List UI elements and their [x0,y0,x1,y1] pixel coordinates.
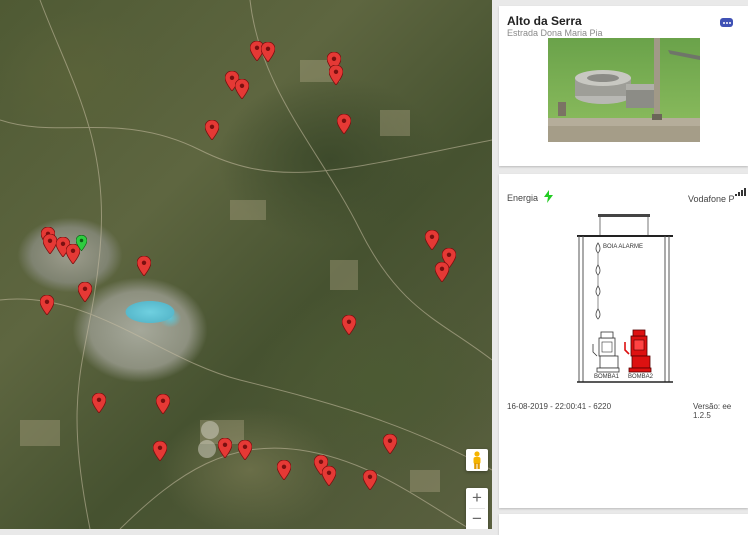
map-marker[interactable] [342,315,356,335]
station-address: Estrada Dona Maria Pia [507,28,603,38]
pump1-label: BOMBA1 [594,374,620,380]
map-marker[interactable] [43,234,57,254]
map-marker[interactable] [425,230,439,250]
map-marker[interactable] [235,79,249,99]
tank-diagram: BOIA ALARME BOMBA1 BOMBA2 [577,213,674,389]
pump2-icon [624,329,652,373]
extra-card [499,514,748,535]
map-marker[interactable] [205,120,219,140]
status-timestamp: 16-08-2019 - 22:00:41 - 6220 [507,402,612,411]
map-marker[interactable] [78,282,92,302]
signal-bars-icon [735,188,746,196]
map-marker[interactable] [153,441,167,461]
zoom-out-button[interactable]: − [466,509,488,529]
map-marker-active[interactable] [76,235,90,255]
pump1-icon [592,331,620,373]
zoom-in-button[interactable]: + [466,488,488,508]
map-marker[interactable] [156,394,170,414]
map-marker[interactable] [435,262,449,282]
zoom-control: + − [466,488,488,529]
carrier-name: Vodafone P [688,194,735,204]
map-marker[interactable] [92,393,106,413]
map-marker[interactable] [40,295,54,315]
station-info-card: Alto da Serra Estrada Dona Maria Pia [499,6,748,166]
station-status-card: Energia Vodafone P BOIA ALARME BOMBA1 BO… [499,174,748,508]
street-view-pegman-icon[interactable] [466,449,488,471]
map-marker[interactable] [383,434,397,454]
map-marker[interactable] [238,440,252,460]
firmware-version: Versão: ee 1.2.5 [693,402,732,420]
station-name: Alto da Serra [507,14,582,28]
station-panel: Alto da Serra Estrada Dona Maria Pia Ene… [499,6,748,535]
energy-label: Energia [507,193,539,203]
pump2-label: BOMBA2 [628,374,654,380]
map-marker[interactable] [218,438,232,458]
map-marker[interactable] [363,470,377,490]
chat-bubble-icon[interactable] [720,18,733,27]
float-alarm-label: BOIA ALARME [603,244,644,250]
map-marker[interactable] [137,256,151,276]
map-marker[interactable] [329,65,343,85]
station-photo [548,38,700,142]
map-marker[interactable] [277,460,291,480]
satellite-map[interactable]: + − [0,0,492,529]
map-marker[interactable] [337,114,351,134]
map-marker[interactable] [322,466,336,486]
map-marker[interactable] [261,42,275,62]
lightning-bolt-icon [544,190,553,208]
